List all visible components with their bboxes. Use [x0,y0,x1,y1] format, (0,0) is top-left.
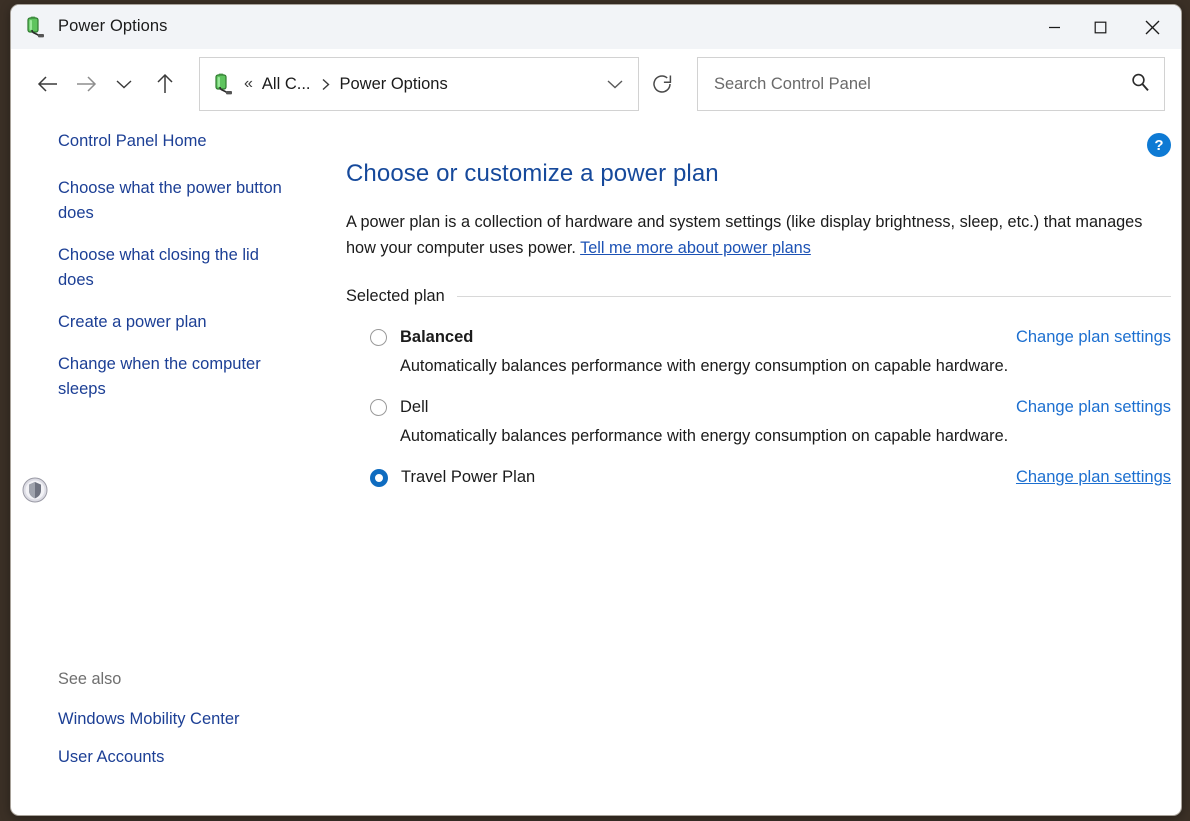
plan-radio-travel-power-plan[interactable] [370,469,388,487]
back-arrow-icon[interactable] [29,65,67,103]
plan-row-dell: Dell Change plan settings Automatically … [346,398,1171,446]
change-plan-settings-link-dell[interactable]: Change plan settings [1016,398,1171,417]
sidebar-item-power-button-does[interactable]: Choose what the power button does [11,176,311,226]
up-arrow-icon[interactable] [143,65,187,103]
sidebar: Control Panel Home Choose what the power… [11,119,341,816]
tell-me-more-link[interactable]: Tell me more about power plans [580,239,811,257]
plan-row-travel-power-plan: Travel Power Plan Change plan settings [346,468,1171,487]
plan-name-travel-power-plan[interactable]: Travel Power Plan [401,468,535,487]
power-options-window: Power Options [10,4,1182,816]
recent-locations-chevron-down-icon[interactable] [105,65,143,103]
breadcrumb-power-plug-battery-icon [212,73,234,95]
power-plug-battery-icon [24,16,46,38]
window-title: Power Options [58,17,168,36]
breadcrumb-chevron-down-icon[interactable] [598,65,632,103]
breadcrumb-item-power-options[interactable]: Power Options [340,75,448,94]
group-divider [457,296,1171,297]
breadcrumb-overflow-icon[interactable]: « [244,76,253,92]
maximize-button[interactable] [1077,5,1123,49]
see-also-section: See also Windows Mobility Center User Ac… [11,670,341,783]
uac-shield-icon [22,477,48,503]
minimize-button[interactable] [1031,5,1077,49]
close-button[interactable] [1123,5,1181,49]
page-title: Choose or customize a power plan [346,160,1171,188]
search-box[interactable] [697,57,1165,111]
page-description: A power plan is a collection of hardware… [346,209,1146,261]
window-controls [1031,5,1181,49]
plan-row-balanced: Balanced Change plan settings Automatica… [346,328,1171,376]
search-input[interactable] [714,75,1130,94]
sidebar-item-create-power-plan[interactable]: Create a power plan [11,310,311,335]
change-plan-settings-link-balanced[interactable]: Change plan settings [1016,328,1171,347]
change-plan-settings-link-travel-power-plan[interactable]: Change plan settings [1016,468,1171,487]
title-bar: Power Options [11,5,1181,49]
sidebar-item-closing-lid-does[interactable]: Choose what closing the lid does [11,243,311,293]
selected-plan-label: Selected plan [346,287,445,306]
plan-radio-dell[interactable] [370,399,387,416]
sidebar-item-control-panel-home[interactable]: Control Panel Home [11,129,311,154]
address-bar[interactable]: « All C... Power Options [199,57,639,111]
plan-description-balanced: Automatically balances performance with … [400,357,1171,376]
help-icon[interactable]: ? [1147,133,1171,157]
see-also-label: See also [11,670,341,689]
plan-radio-balanced[interactable] [370,329,387,346]
breadcrumb-item-all-control-panel[interactable]: All C... [262,75,311,94]
refresh-icon[interactable] [641,62,683,106]
plan-description-dell: Automatically balances performance with … [400,427,1171,446]
selected-plan-group-header: Selected plan [346,287,1171,306]
plan-name-dell[interactable]: Dell [400,398,428,417]
sidebar-item-change-when-computer-sleeps[interactable]: Change when the computer sleeps [11,352,311,402]
breadcrumb-chevron-right-icon[interactable] [321,78,330,91]
navigation-toolbar: « All C... Power Options [11,49,1181,119]
plan-name-balanced[interactable]: Balanced [400,328,473,347]
forward-arrow-icon[interactable] [67,65,105,103]
window-body: Control Panel Home Choose what the power… [11,119,1181,816]
search-icon[interactable] [1130,72,1150,97]
sidebar-item-windows-mobility-center[interactable]: Windows Mobility Center [11,707,311,732]
main-content: ? Choose or customize a power plan A pow… [341,119,1181,816]
sidebar-item-user-accounts[interactable]: User Accounts [11,745,311,770]
